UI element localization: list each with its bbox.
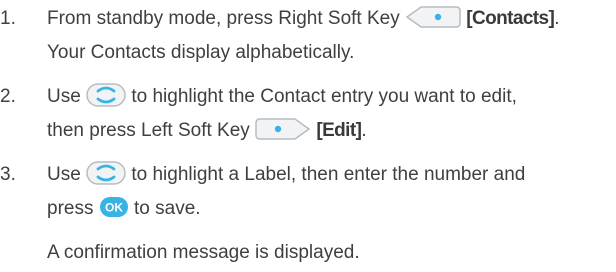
step-line: Use to highlight the Contact entry you w… [47, 80, 517, 114]
step-line: press OK to save. [47, 192, 201, 226]
step-text: . [361, 120, 367, 141]
step-text: Use [47, 86, 81, 107]
step-text: to highlight the Contact entry you want … [131, 86, 517, 107]
step-text: Your Contacts display alphabetically. [47, 42, 355, 63]
right-soft-key-icon [405, 6, 461, 28]
step-line: Use to highlight a Label, then enter the… [47, 158, 525, 192]
navigation-key-icon [86, 83, 126, 107]
step-line: From standby mode, press Right Soft Key … [47, 2, 560, 36]
confirmation-note: A confirmation message is displayed. [47, 242, 360, 263]
instruction-page: 1. From standby mode, press Right Soft K… [0, 0, 616, 272]
step-text: Use [47, 164, 81, 185]
step-number: 1. [0, 8, 16, 29]
step-text: press [47, 198, 94, 219]
ok-key-label: OK [105, 200, 123, 214]
left-soft-key-icon [255, 118, 311, 140]
step-text: then press Left Soft Key [47, 120, 250, 141]
step-text: to highlight a Label, then enter the num… [131, 164, 526, 185]
step-number: 3. [0, 164, 16, 185]
step-number: 2. [0, 86, 16, 107]
step-line: Your Contacts display alphabetically. [47, 36, 354, 70]
ok-key-icon: OK [99, 196, 129, 218]
softkey-label-edit: [Edit] [316, 120, 362, 141]
step-text: From standby mode, press Right Soft Key [47, 8, 400, 29]
step-line: then press Left Soft Key [Edit]. [47, 114, 367, 148]
navigation-key-icon [86, 161, 126, 185]
step-text: to save. [134, 198, 201, 219]
step-text: . [554, 8, 560, 29]
softkey-label-contacts: [Contacts] [466, 8, 555, 29]
